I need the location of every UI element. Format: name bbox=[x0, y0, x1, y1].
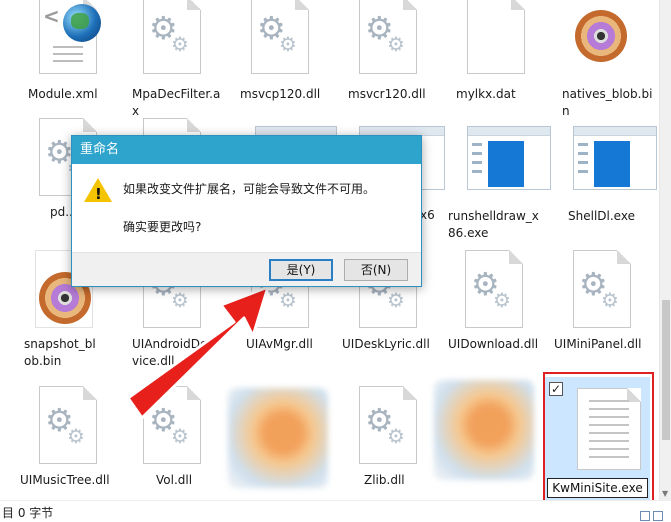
rename-confirm-dialog: 重命名 ! 如果改变文件扩展名，可能会导致文件不可用。 确实要更改吗? 是(Y)… bbox=[71, 135, 422, 287]
highlight-box bbox=[543, 372, 654, 500]
file-label: runshelldraw_x86.exe bbox=[448, 209, 539, 240]
no-button[interactable]: 否(N) bbox=[344, 259, 408, 281]
file-label: UIDownload.dll bbox=[448, 337, 539, 351]
file-label: UIAvMgr.dll bbox=[246, 337, 313, 351]
gear-doc-icon: ⚙⚙ bbox=[353, 0, 421, 82]
status-text: 目 0 字节 bbox=[2, 506, 54, 520]
dialog-question: 确实要更改吗? bbox=[123, 220, 202, 234]
file-label: MpaDecFilter.ax bbox=[132, 87, 221, 118]
file-runshelldraw[interactable]: runshelldraw_x86.exe bbox=[448, 122, 554, 242]
xml-globe-icon: < > bbox=[33, 0, 101, 82]
file-zlib[interactable]: ⚙ ⚙ Zlib.dll bbox=[334, 386, 440, 489]
file-uidownload[interactable]: ⚙ ⚙ UIDownload.dll bbox=[440, 250, 546, 353]
file-vol[interactable]: ⚙ ⚙ Vol.dll bbox=[118, 386, 224, 489]
file-label: UIMusicTree.dll bbox=[20, 473, 110, 487]
dialog-title: 重命名 bbox=[72, 136, 421, 164]
gear-doc-icon: ⚙⚙ bbox=[459, 250, 527, 332]
file-natives-blob[interactable]: natives_blob.bin bbox=[548, 0, 654, 120]
file-mpadecfilter[interactable]: ⚙ ⚙ MpaDecFilter.ax bbox=[118, 0, 224, 120]
file-mylkx[interactable]: mylkx.dat bbox=[442, 0, 548, 103]
file-msvcp120[interactable]: ⚙ ⚙ msvcp120.dll bbox=[226, 0, 332, 103]
file-label: msvcr120.dll bbox=[348, 87, 426, 101]
file-label: UIAndroidDevice.dll bbox=[132, 337, 208, 368]
gear-doc-icon: ⚙⚙ bbox=[567, 250, 635, 332]
file-msvcr120[interactable]: ⚙ ⚙ msvcr120.dll bbox=[334, 0, 440, 103]
file-label: snapshot_blob.bin bbox=[24, 337, 96, 368]
gear-doc-icon: ⚙⚙ bbox=[353, 386, 421, 468]
vertical-scrollbar[interactable]: ▼ bbox=[659, 0, 671, 500]
dialog-message: 如果改变文件扩展名，可能会导致文件不可用。 bbox=[123, 182, 376, 196]
window-icon bbox=[573, 122, 657, 204]
gear-doc-icon: ⚙⚙ bbox=[33, 386, 101, 468]
scroll-thumb[interactable] bbox=[662, 300, 670, 440]
view-mode-icons[interactable] bbox=[637, 506, 667, 521]
blank-doc-icon bbox=[461, 0, 529, 82]
file-label: ShellDl.exe bbox=[568, 209, 635, 223]
file-label: mylkx.dat bbox=[456, 87, 516, 101]
file-module-xml[interactable]: < > Module.xml bbox=[14, 0, 120, 103]
file-label: UIMiniPanel.dll bbox=[554, 337, 642, 351]
gear-doc-icon: ⚙⚙ bbox=[245, 0, 313, 82]
gear-doc-icon: ⚙⚙ bbox=[137, 386, 205, 468]
file-label: Zlib.dll bbox=[364, 473, 405, 487]
file-label: msvcp120.dll bbox=[240, 87, 321, 101]
file-label: natives_blob.bin bbox=[562, 87, 653, 118]
file-shelldl[interactable]: ShellDl.exe bbox=[554, 122, 659, 225]
disc-icon bbox=[567, 0, 635, 82]
file-label: Module.xml bbox=[28, 87, 98, 101]
scroll-down-arrow-icon[interactable]: ▼ bbox=[662, 489, 668, 498]
file-label: Vol.dll bbox=[156, 473, 193, 487]
window-icon bbox=[467, 122, 551, 204]
file-uimusictree[interactable]: ⚙ ⚙ UIMusicTree.dll bbox=[14, 386, 120, 489]
yes-button[interactable]: 是(Y) bbox=[269, 259, 333, 281]
file-uiminipanel[interactable]: ⚙ ⚙ UIMiniPanel.dll bbox=[548, 250, 654, 353]
file-label: UIDeskLyric.dll bbox=[342, 337, 430, 351]
gear-doc-icon: ⚙⚙ bbox=[137, 0, 205, 82]
status-bar: 目 0 字节 bbox=[0, 500, 671, 522]
warning-exclamation-icon: ! bbox=[95, 185, 102, 203]
